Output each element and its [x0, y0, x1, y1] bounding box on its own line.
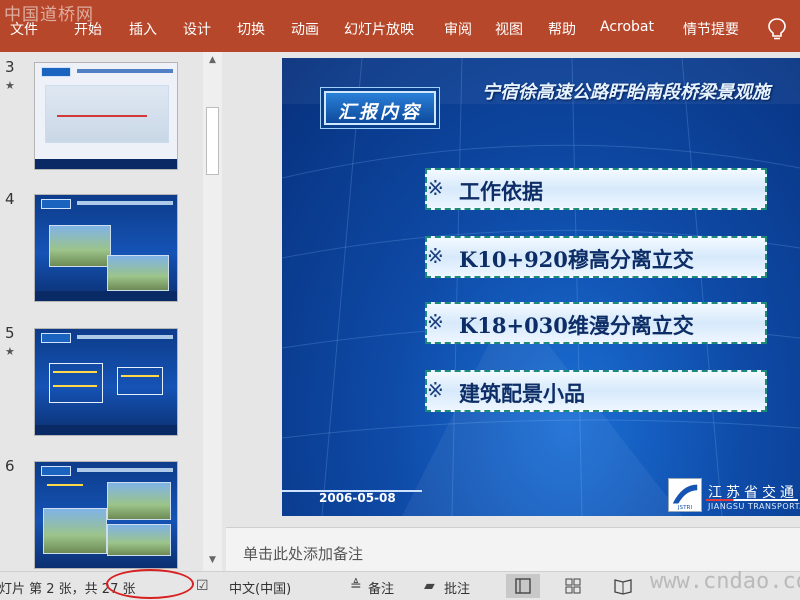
slide-date: 2006-05-08 [319, 491, 396, 505]
thumb-tag [41, 466, 71, 476]
scroll-up-icon[interactable]: ▲ [203, 52, 222, 69]
notes-pane[interactable]: 单击此处添加备注 [226, 527, 800, 571]
content-item[interactable]: ※ 建筑配景小品 [425, 370, 767, 412]
thumb-tag [41, 199, 71, 209]
thumb-textbox [117, 367, 163, 395]
slide-thumbnail-3[interactable] [34, 62, 178, 170]
thumb-tag [41, 67, 71, 77]
content-item-text: 建筑配景小品 [459, 381, 585, 406]
slide-sorter-icon [565, 578, 581, 594]
content-item[interactable]: ※ K18+030维漫分离立交 [425, 302, 767, 344]
thumb-photo [107, 524, 171, 556]
spellcheck-icon[interactable]: ☑ [196, 578, 209, 594]
thumb-title [77, 69, 173, 73]
tab-help[interactable]: 帮助 [548, 19, 576, 39]
thumb-footer [35, 425, 177, 435]
thumb-textbox [49, 363, 103, 403]
notes-icon[interactable]: ≜ [350, 578, 362, 594]
bullet-mark: ※ [427, 244, 444, 268]
reading-view-button[interactable] [606, 574, 640, 598]
star-icon: ★ [5, 345, 15, 358]
content-item-text: K18+030维漫分离立交 [459, 313, 694, 338]
thumb-photo [107, 482, 171, 520]
slide-title[interactable]: 宁宿徐高速公路盱眙南段桥梁景观施 [482, 78, 770, 104]
ribbon-tab-bar: 中国道桥网 文件 开始 插入 设计 切换 动画 幻灯片放映 审阅 视图 帮助 A… [0, 0, 800, 52]
bullet-mark: ※ [427, 310, 444, 334]
logo-english-name: JIANGSU TRANSPORTATION [708, 502, 800, 511]
section-tag-label: 汇报内容 [338, 102, 422, 123]
tab-transitions[interactable]: 切换 [237, 19, 265, 39]
tab-home[interactable]: 开始 [74, 19, 102, 39]
slide-number-3: 3 [5, 58, 15, 76]
tab-review[interactable]: 审阅 [444, 19, 472, 39]
powerpoint-window: 中国道桥网 文件 开始 插入 设计 切换 动画 幻灯片放映 审阅 视图 帮助 A… [0, 0, 800, 600]
current-slide[interactable]: 宁宿徐高速公路盱眙南段桥梁景观施 汇报内容 ※ 工作依据 ※ K10+920穆高… [282, 58, 800, 516]
bullet-mark: ※ [427, 176, 444, 200]
thumb-title [77, 335, 173, 339]
tab-view[interactable]: 视图 [495, 19, 523, 39]
section-tag[interactable]: 汇报内容 [324, 91, 436, 125]
notes-button[interactable]: 备注 [368, 578, 394, 597]
content-item[interactable]: ※ K10+920穆高分离立交 [425, 236, 767, 278]
slide-thumbnail-pane: 3 ★ 4 5 ★ 6 [0, 52, 226, 571]
slide-sorter-button[interactable] [556, 574, 590, 598]
thumb-title [77, 201, 173, 205]
normal-view-button[interactable] [506, 574, 540, 598]
slide-background-grid [282, 58, 800, 516]
thumb-tag [41, 333, 71, 343]
tab-acrobat[interactable]: Acrobat [600, 19, 654, 35]
logo-mark: JSTRI [677, 505, 693, 511]
thumb-footer [35, 159, 177, 169]
tab-insert[interactable]: 插入 [129, 19, 157, 39]
scroll-down-icon[interactable]: ▼ [203, 552, 222, 569]
tab-animations[interactable]: 动画 [291, 19, 319, 39]
thumb-text [47, 484, 83, 486]
comments-icon[interactable]: ▰ [424, 578, 435, 594]
thumb-route [57, 115, 147, 117]
comments-button[interactable]: 批注 [444, 578, 470, 597]
content-item[interactable]: ※ 工作依据 [425, 168, 767, 210]
slide-thumbnail-5[interactable] [34, 328, 178, 436]
tab-file[interactable]: 文件 [10, 19, 38, 39]
thumb-photo [43, 508, 107, 554]
tab-storyboarding[interactable]: 情节提要 [683, 19, 739, 39]
thumb-photo [107, 255, 169, 291]
slide-thumbnail-6[interactable] [34, 461, 178, 569]
thumb-title [77, 468, 173, 472]
slide-number-5: 5 [5, 324, 15, 342]
slide-number-4: 4 [5, 190, 15, 208]
normal-view-icon [515, 578, 531, 594]
watermark-bottom: www.cndao.com [650, 569, 800, 594]
slide-thumbnail-4[interactable] [34, 194, 178, 302]
language-status[interactable]: 中文(中国) [229, 578, 291, 597]
thumb-footer [35, 291, 177, 301]
thumb-text [53, 385, 97, 387]
logo-bar [706, 499, 798, 501]
tab-design[interactable]: 设计 [183, 19, 211, 39]
thumb-text [121, 375, 159, 377]
notes-placeholder: 单击此处添加备注 [243, 545, 364, 563]
tab-slideshow[interactable]: 幻灯片放映 [344, 19, 414, 39]
thumb-text [53, 371, 97, 373]
content-item-text: K10+920穆高分离立交 [459, 247, 694, 272]
thumb-map [45, 85, 169, 143]
highlight-circle [106, 569, 194, 599]
jstri-logo-icon: JSTRI [668, 478, 702, 512]
reading-view-icon [614, 579, 632, 595]
lightbulb-icon[interactable] [766, 17, 788, 41]
content-item-text: 工作依据 [459, 179, 543, 204]
slide-number-6: 6 [5, 457, 15, 475]
scrollbar-thumb[interactable] [206, 107, 219, 175]
thumb-photo [49, 225, 111, 267]
star-icon: ★ [5, 79, 15, 92]
thumbnail-scrollbar[interactable]: ▲ ▼ [203, 52, 222, 571]
bullet-mark: ※ [427, 378, 444, 402]
